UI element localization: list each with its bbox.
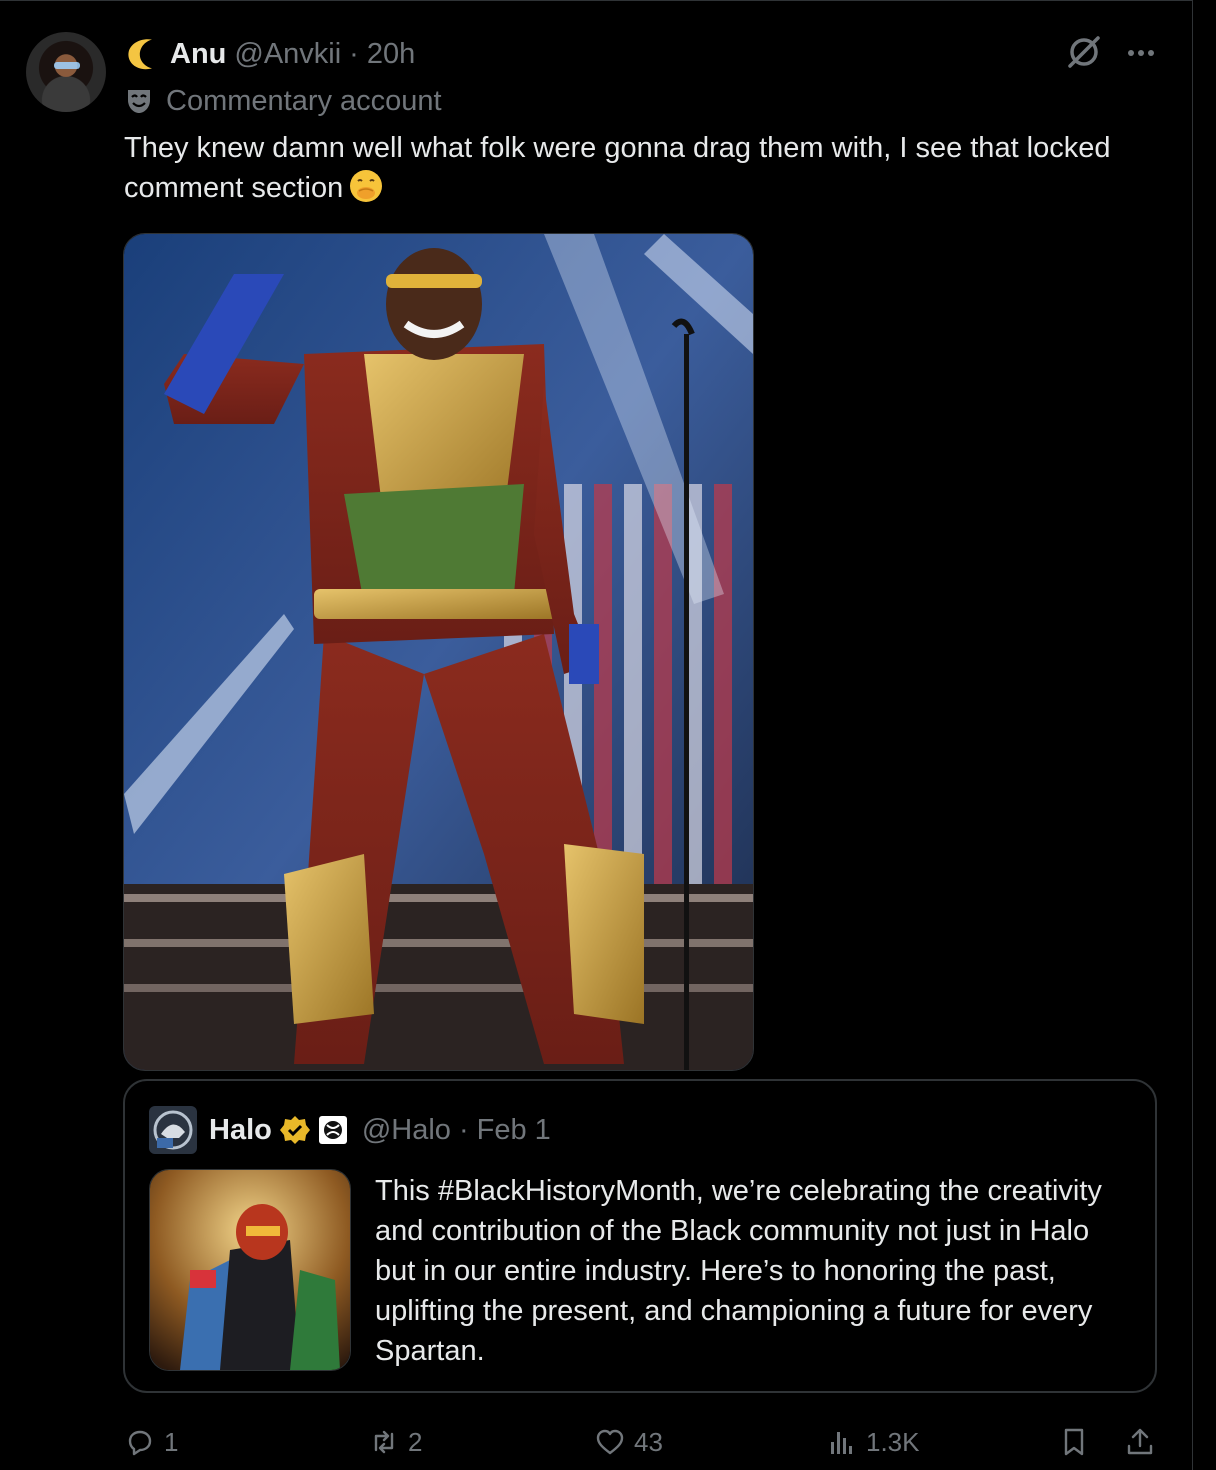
post-text-body: They knew damn well what folk were gonna… bbox=[124, 132, 1111, 204]
repost-button[interactable]: 2 bbox=[368, 1420, 422, 1464]
post-text: They knew damn well what folk were gonna… bbox=[124, 128, 1134, 208]
quoted-date[interactable]: Feb 1 bbox=[477, 1114, 551, 1147]
quoted-separator: · bbox=[458, 1113, 469, 1146]
quoted-post[interactable]: Halo @Halo · Feb 1 This #BlackHistoryMon… bbox=[123, 1079, 1157, 1393]
quoted-display-name[interactable]: Halo bbox=[209, 1114, 272, 1147]
display-name[interactable]: Anu bbox=[170, 38, 226, 71]
more-options-icon[interactable] bbox=[1124, 38, 1158, 68]
share-icon bbox=[1127, 1428, 1153, 1455]
theater-mask-icon bbox=[128, 90, 150, 113]
heart-icon bbox=[596, 1429, 624, 1455]
like-count: 43 bbox=[634, 1426, 663, 1457]
reply-icon bbox=[128, 1430, 152, 1456]
right-divider bbox=[1192, 0, 1193, 1470]
views-count: 1.3K bbox=[866, 1426, 920, 1457]
quoted-post-text: This #BlackHistoryMonth, we’re celebrati… bbox=[375, 1175, 1102, 1367]
repost-icon bbox=[374, 1430, 394, 1454]
account-label-text: Commentary account bbox=[166, 84, 442, 117]
bookmark-icon bbox=[1064, 1428, 1084, 1456]
handle[interactable]: @Anvkii bbox=[234, 38, 341, 71]
bookmark-button[interactable] bbox=[1058, 1420, 1090, 1464]
share-button[interactable] bbox=[1124, 1420, 1156, 1464]
quoted-thumbnail[interactable] bbox=[149, 1169, 351, 1371]
halo-avatar-icon[interactable] bbox=[149, 1106, 197, 1154]
reply-count: 1 bbox=[164, 1426, 179, 1457]
avatar[interactable] bbox=[26, 32, 106, 112]
stage-photo-illustration bbox=[124, 234, 753, 1070]
face-with-hand-over-mouth-icon bbox=[350, 170, 383, 202]
gold-verified-badge-icon bbox=[279, 1116, 310, 1144]
account-label: Commentary account bbox=[124, 82, 442, 120]
grok-icon[interactable] bbox=[1066, 34, 1102, 70]
reply-button[interactable]: 1 bbox=[124, 1420, 178, 1464]
post-header: Anu @Anvkii · 20h bbox=[124, 34, 415, 74]
separator: · bbox=[349, 37, 359, 70]
post[interactable]: Anu @Anvkii · 20h Commentary account The… bbox=[0, 0, 1192, 1470]
post-actions: 1 2 43 1.3K bbox=[124, 1420, 1164, 1464]
spartans-illustration bbox=[150, 1170, 350, 1370]
avatar-glasses bbox=[54, 62, 80, 69]
repost-count: 2 bbox=[408, 1426, 423, 1457]
post-time[interactable]: 20h bbox=[367, 38, 415, 71]
post-photo[interactable] bbox=[123, 233, 754, 1071]
views-icon bbox=[831, 1432, 852, 1454]
xbox-badge-icon bbox=[318, 1116, 347, 1144]
crescent-moon-icon bbox=[128, 39, 152, 70]
views-button[interactable]: 1.3K bbox=[826, 1420, 920, 1464]
like-button[interactable]: 43 bbox=[594, 1420, 663, 1464]
quoted-post-header: Halo @Halo · Feb 1 bbox=[149, 1101, 551, 1159]
quoted-handle[interactable]: @Halo bbox=[362, 1114, 451, 1147]
